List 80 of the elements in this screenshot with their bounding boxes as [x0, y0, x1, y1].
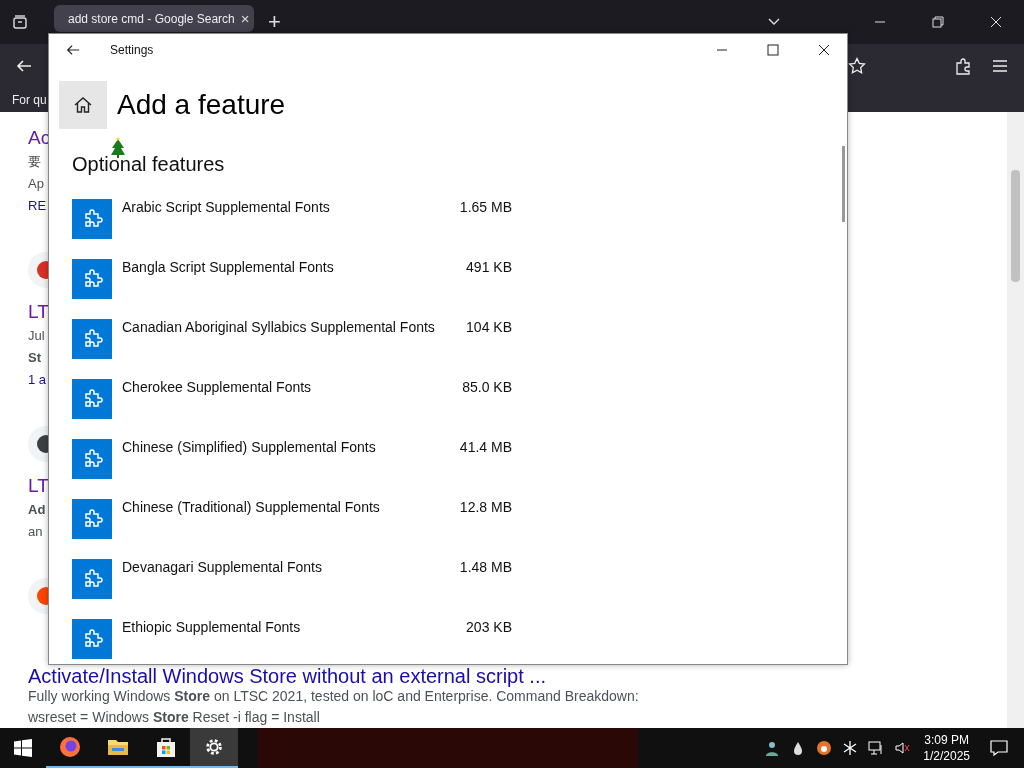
feature-list-item[interactable]: Devanagari Supplemental Fonts 1.48 MB — [72, 559, 512, 599]
result-snippet: Fully working Windows Store on LTSC 2021, tested on loC and Enterprise. Command Breakdown: — [28, 687, 639, 706]
result-snippet: Jul — [28, 327, 45, 345]
result-snippet: St — [28, 349, 41, 367]
feature-list-item[interactable]: Chinese (Simplified) Supplemental Fonts 41.4 MB — [72, 439, 512, 479]
puzzle-piece-icon — [72, 379, 112, 419]
feature-name: Canadian Aboriginal Syllabics Supplemental Fonts — [122, 319, 436, 335]
feature-size: 41.4 MB — [459, 439, 512, 455]
notification-icon[interactable] — [990, 739, 1008, 757]
feature-name: Chinese (Simplified) Supplemental Fonts — [122, 439, 377, 455]
puzzle-piece-icon — [72, 439, 112, 479]
scrollbar-thumb[interactable] — [842, 146, 845, 222]
feature-list-item[interactable]: Canadian Aboriginal Syllabics Supplemental Fonts 104 KB — [72, 319, 512, 359]
page-heading: Add a feature — [117, 89, 286, 121]
feature-size: 85.0 KB — [462, 379, 512, 395]
result-title-link[interactable]: LT — [28, 473, 49, 499]
puzzle-piece-icon — [72, 259, 112, 299]
feature-name: Chinese (Traditional) Supplemental Fonts — [122, 499, 381, 515]
feature-list-item[interactable]: Cherokee Supplemental Fonts 85.0 KB — [72, 379, 512, 419]
feature-name: Cherokee Supplemental Fonts — [122, 379, 313, 395]
speaker-icon[interactable] — [894, 740, 911, 756]
tab-list-icon[interactable] — [12, 14, 28, 30]
scrollbar-thumb[interactable] — [1011, 170, 1020, 282]
new-tab-button[interactable]: + — [268, 9, 281, 35]
result-link[interactable]: RE — [28, 195, 47, 217]
back-arrow-icon[interactable] — [16, 58, 32, 74]
bookmark-text[interactable]: For qu — [12, 93, 47, 107]
bluetooth-icon[interactable] — [842, 740, 859, 756]
puzzle-piece-icon — [72, 559, 112, 599]
chevron-down-icon[interactable] — [768, 18, 780, 26]
feature-name: Bangla Script Supplemental Fonts — [122, 259, 335, 275]
result-link[interactable]: 1 a — [28, 369, 47, 391]
result-snippet: 要 — [28, 153, 41, 171]
star-icon[interactable] — [848, 57, 866, 75]
result-title-link[interactable]: LT — [28, 299, 49, 325]
feature-list-item[interactable]: Chinese (Traditional) Supplemental Fonts 12.8 MB — [72, 499, 512, 539]
restore-icon[interactable] — [932, 16, 944, 28]
shopping-bag-icon — [154, 735, 178, 759]
taskbar-app-button[interactable] — [190, 728, 238, 768]
puzzle-piece-icon — [72, 619, 112, 659]
clock-date: 1/2/2025 — [923, 748, 970, 764]
feature-size: 491 KB — [466, 259, 512, 275]
person-icon[interactable] — [764, 740, 781, 756]
feature-list-item[interactable]: Ethiopic Supplemental Fonts 203 KB — [72, 619, 512, 659]
feature-list-item[interactable]: Bangla Script Supplemental Fonts 491 KB — [72, 259, 512, 299]
maximize-icon[interactable] — [767, 44, 779, 56]
result-snippet: an — [28, 523, 43, 541]
home-icon — [73, 95, 93, 115]
puzzle-piece-icon — [72, 199, 112, 239]
extensions-icon[interactable] — [954, 57, 972, 75]
browser-tab[interactable]: add store cmd - Google Search × — [54, 5, 254, 32]
firefox-icon — [58, 735, 82, 759]
feature-size: 104 KB — [466, 319, 512, 335]
section-heading: Optional features — [72, 153, 225, 175]
feature-size: 203 KB — [466, 619, 512, 635]
feature-size: 1.48 MB — [459, 559, 512, 575]
close-icon[interactable] — [818, 44, 830, 56]
result-snippet: wsreset = Windows Store Reset -i flag = Install — [28, 708, 320, 727]
feature-name: Ethiopic Supplemental Fonts — [122, 619, 302, 635]
feature-size: 1.65 MB — [459, 199, 512, 215]
settings-icon — [203, 736, 225, 758]
result-snippet: Ap — [28, 175, 44, 193]
window-title: Settings — [110, 43, 154, 57]
home-button[interactable] — [59, 81, 107, 129]
network-icon[interactable] — [868, 740, 885, 756]
feature-size: 12.8 MB — [459, 499, 512, 515]
back-arrow-icon[interactable] — [66, 43, 80, 57]
feature-list-item[interactable]: Arabic Script Supplemental Fonts 1.65 MB — [72, 199, 512, 239]
clock-time: 3:09 PM — [924, 732, 969, 748]
puzzle-piece-icon — [72, 499, 112, 539]
clock[interactable]: 3:09 PM 1/2/2025 — [923, 732, 970, 764]
result-title-link[interactable]: Activate/Install Windows Store without an external script ... — [28, 666, 546, 686]
feature-name: Arabic Script Supplemental Fonts — [122, 199, 331, 215]
result-snippet: Ad — [28, 501, 46, 519]
tab-title: add store cmd - Google Search — [68, 11, 235, 26]
feature-name: Devanagari Supplemental Fonts — [122, 559, 323, 575]
windows-start-icon[interactable] — [14, 739, 32, 757]
menu-icon[interactable] — [992, 59, 1008, 73]
tab-close-button[interactable]: × — [240, 10, 250, 27]
puzzle-piece-icon — [72, 319, 112, 359]
